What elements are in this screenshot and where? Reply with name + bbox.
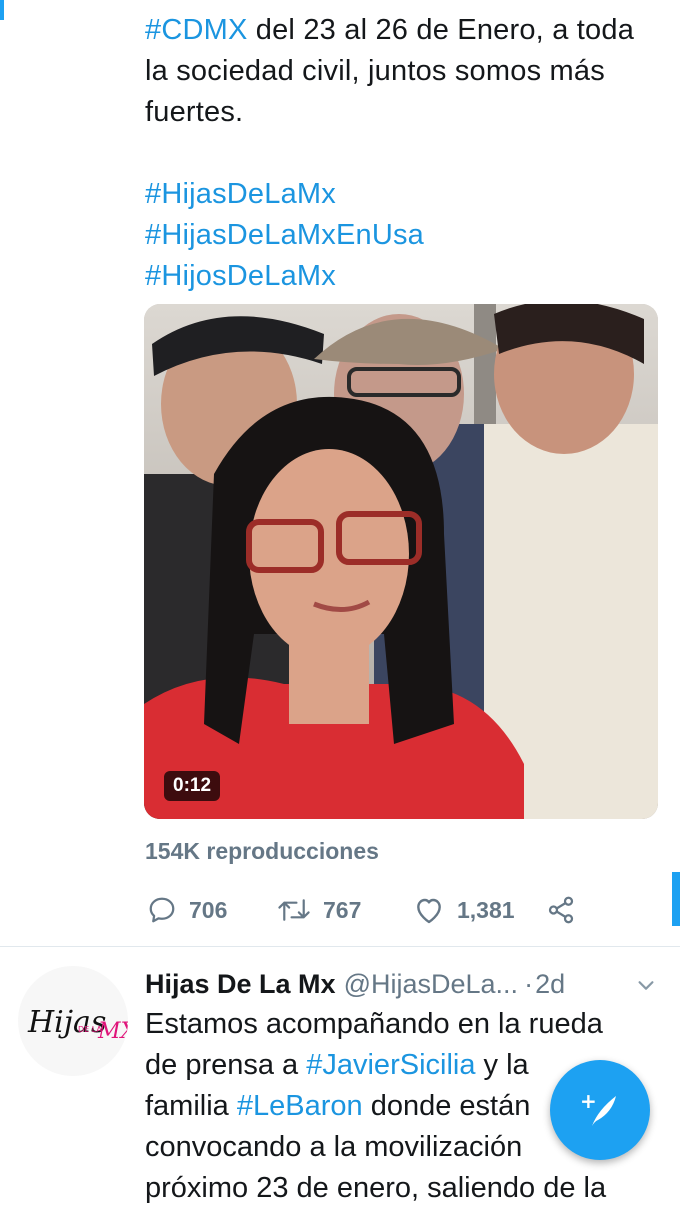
hashtag-link[interactable]: #CDMX xyxy=(145,14,248,46)
tweet-text-line: #CDMX del 23 al 26 de Enero, a toda xyxy=(145,10,665,51)
share-button[interactable] xyxy=(545,890,577,930)
tweet-text-line: la sociedad civil, juntos somos más xyxy=(145,55,605,87)
compose-tweet-button[interactable]: + xyxy=(550,1060,650,1160)
tweet-text-fragment: familia xyxy=(145,1090,237,1122)
tweet-timestamp: 2d xyxy=(535,968,566,999)
reply-count: 706 xyxy=(189,896,228,923)
hashtag-link[interactable]: #HijasDeLaMxEnUsa xyxy=(145,215,665,256)
tweet-text-fragment: de prensa a xyxy=(145,1049,307,1081)
tweet-actions-bar: 706 767 1,381 xyxy=(145,890,665,930)
chevron-down-icon[interactable] xyxy=(635,974,657,996)
compose-tweet-icon: + xyxy=(580,1089,616,1126)
thread-connector-line xyxy=(0,0,4,20)
tweet-text-fragment: Estamos acompañando en la rueda xyxy=(145,1008,603,1040)
like-button[interactable]: 1,381 xyxy=(413,890,515,930)
video-duration-badge: 0:12 xyxy=(164,771,221,801)
reply-icon xyxy=(149,897,175,923)
reply-button[interactable]: 706 xyxy=(147,890,227,930)
tweet-text-fragment: donde están xyxy=(362,1090,531,1122)
avatar[interactable]: Hijas DE LA MX xyxy=(18,966,128,1076)
separator-dot: · xyxy=(524,968,534,999)
tweet-text-line: fuertes. xyxy=(145,96,244,128)
tweet-header: Hijas De La Mx @HijasDeLa... · 2d xyxy=(145,964,665,1004)
hashtag-link[interactable]: #HijasDeLaMx xyxy=(145,174,665,215)
heart-icon xyxy=(417,898,441,924)
hashtag-link[interactable]: #JavierSicilia xyxy=(306,1049,475,1081)
tweet-text-line: próximo 23 de enero, saliendo de la xyxy=(145,1168,665,1209)
svg-text:MX: MX xyxy=(97,1019,128,1044)
tweet-text-fragment: convocando a la movilización xyxy=(145,1131,523,1163)
like-count: 1,381 xyxy=(457,896,515,923)
tweet-text-line: Estamos acompañando en la rueda xyxy=(145,1004,665,1045)
retweet-button[interactable]: 767 xyxy=(277,890,361,930)
hijas-de-la-mx-logo: Hijas DE LA MX xyxy=(18,966,128,1076)
author-name[interactable]: Hijas De La Mx xyxy=(145,969,336,1000)
tweet-text-fragment: del 23 al 26 de Enero, a toda xyxy=(247,14,635,46)
hashtag-link[interactable]: #LeBaron xyxy=(237,1090,363,1122)
plus-glyph: + xyxy=(580,1089,597,1113)
author-handle[interactable]: @HijasDeLa... xyxy=(344,969,518,1000)
retweet-count: 767 xyxy=(323,896,362,923)
video-frame-image xyxy=(144,304,658,819)
share-icon xyxy=(548,896,574,924)
view-count: 154K reproducciones xyxy=(145,838,379,864)
tweet-text-fragment: y la xyxy=(475,1049,529,1081)
video-thumbnail[interactable]: 0:12 xyxy=(144,304,658,819)
tweet-text-fragment: próximo 23 de enero, saliendo de la xyxy=(145,1172,607,1204)
svg-text:Hijas: Hijas xyxy=(27,1005,106,1040)
tweet-divider xyxy=(0,946,680,947)
scrollbar-thumb[interactable] xyxy=(672,872,680,926)
tweet-text: #CDMX del 23 al 26 de Enero, a toda la s… xyxy=(145,10,665,297)
hashtag-link[interactable]: #HijosDeLaMx xyxy=(145,256,665,297)
retweet-icon xyxy=(278,899,310,921)
